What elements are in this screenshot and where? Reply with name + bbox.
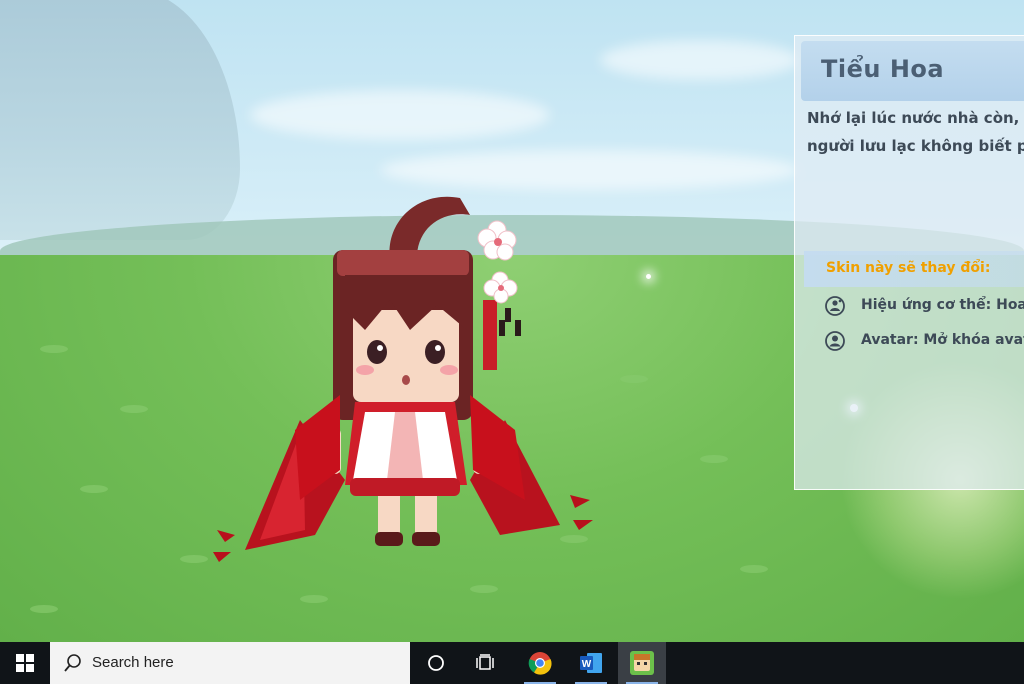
changes-header-label: Skin này sẽ thay đổi:: [826, 260, 991, 276]
description-line: người lưu lạc không biết ph: [807, 137, 1024, 155]
change-label: Hiệu ứng cơ thể: Hoa đã: [861, 297, 1024, 313]
task-view-button[interactable]: [461, 642, 509, 684]
chrome-icon: [528, 652, 552, 675]
changes-header: Skin này sẽ thay đổi:: [804, 251, 1024, 287]
background-cliff: [0, 0, 240, 240]
svg-text:W: W: [582, 659, 592, 670]
skin-title: Tiểu Hoa: [821, 55, 945, 83]
start-button[interactable]: [0, 642, 50, 684]
cortana-button[interactable]: [412, 642, 460, 684]
avatar-icon: [825, 331, 845, 351]
panel-header: Tiểu Hoa: [801, 41, 1024, 101]
task-view-icon: [476, 654, 494, 670]
skin-info-panel: Tiểu Hoa Nhớ lại lúc nước nhà còn, đ ngư…: [794, 35, 1024, 490]
change-label: Avatar: Mở khóa avatar: [861, 332, 1024, 348]
game-app-button[interactable]: [618, 642, 666, 684]
taskbar-search-box[interactable]: Search here: [50, 642, 410, 684]
description-line: Nhớ lại lúc nước nhà còn, đ: [807, 109, 1024, 127]
cloud: [250, 90, 550, 140]
taskbar: Search here W: [0, 642, 1024, 684]
word-icon: W: [580, 653, 602, 673]
windows-logo-icon: [16, 654, 34, 672]
character-tieu-hoa: [213, 196, 593, 562]
search-placeholder: Search here: [92, 654, 174, 671]
word-button[interactable]: W: [567, 642, 615, 684]
cloud: [600, 40, 800, 80]
body-effect-icon: [825, 296, 845, 316]
search-icon: [64, 654, 81, 672]
mini-world-icon: [630, 651, 654, 675]
circle-icon: [428, 655, 444, 671]
sparkle: [646, 274, 651, 279]
skin-description: Nhớ lại lúc nước nhà còn, đ người lưu lạ…: [807, 104, 1024, 160]
chrome-button[interactable]: [516, 642, 564, 684]
screen: Tiểu Hoa Nhớ lại lúc nước nhà còn, đ ngư…: [0, 0, 1024, 684]
